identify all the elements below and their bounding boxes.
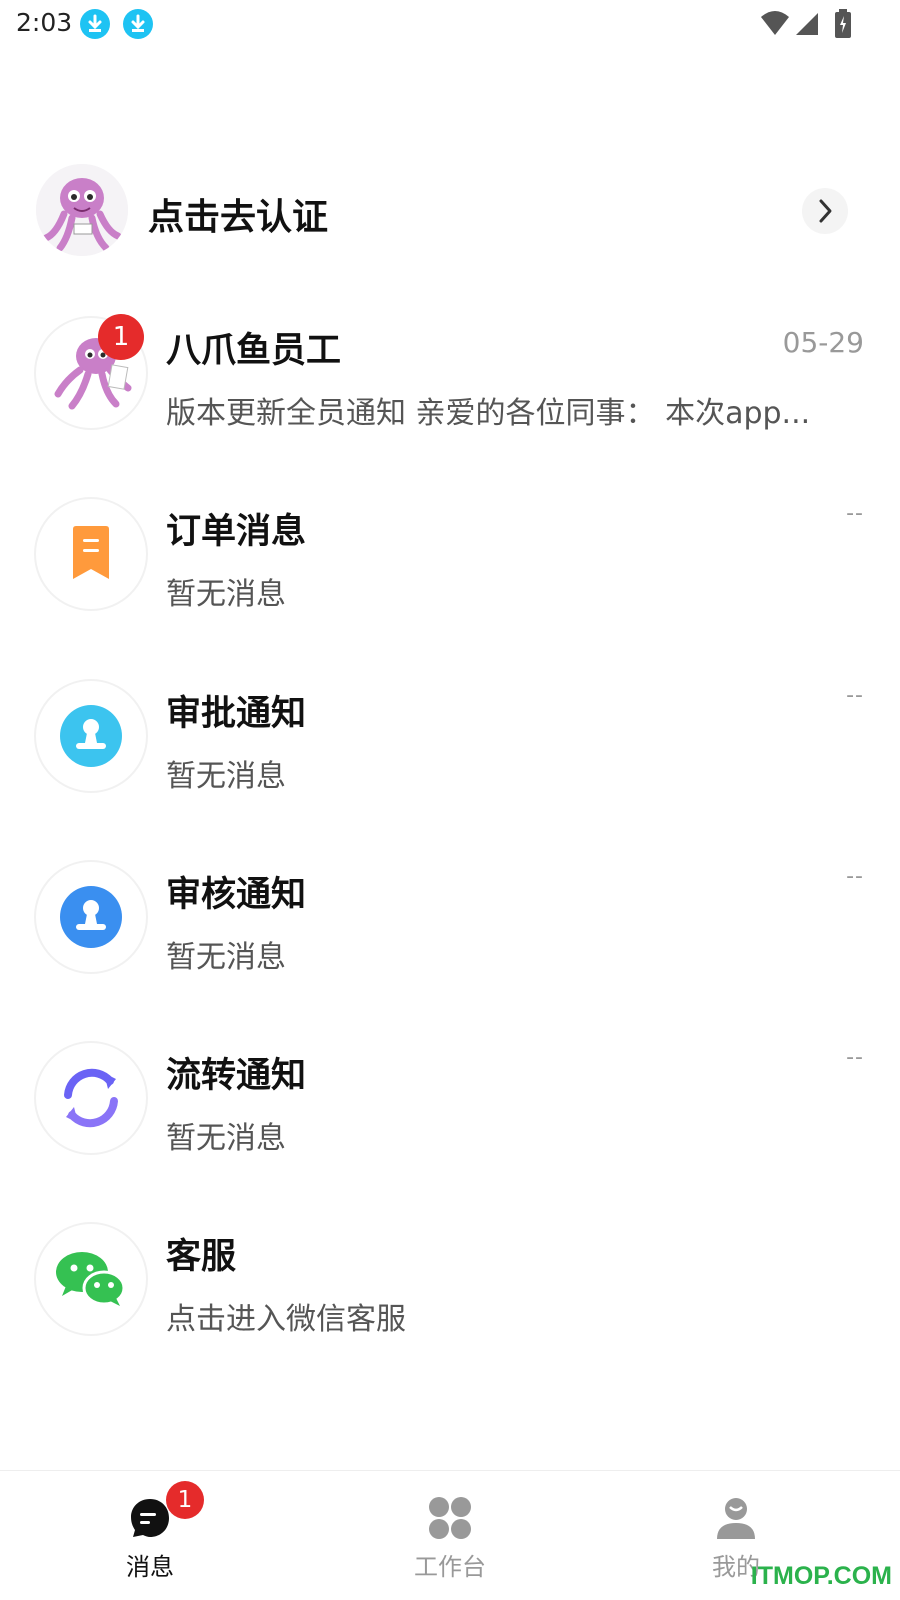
message-time: -- — [846, 864, 864, 889]
message-preview: 暂无消息 — [166, 1121, 286, 1156]
message-title: 审批通知 — [166, 694, 307, 734]
message-preview: 点击进入微信客服 — [166, 1302, 406, 1337]
message-preview: 暂无消息 — [166, 759, 286, 794]
nav-item-workbench[interactable]: 工作台 — [380, 1495, 520, 1595]
message-title: 客服 — [166, 1237, 237, 1277]
message-item-transfer[interactable]: 流转通知 -- 暂无消息 — [36, 1043, 864, 1156]
status-icons — [742, 9, 852, 39]
nav-badge: 1 — [166, 1481, 204, 1519]
message-time: -- — [846, 501, 864, 526]
message-item-review[interactable]: 审核通知 -- 暂无消息 — [36, 862, 864, 975]
status-time: 2:03 — [16, 8, 73, 37]
nav-label: 消息 — [126, 1553, 174, 1581]
message-item-orders[interactable]: 订单消息 -- 暂无消息 — [36, 499, 864, 612]
message-time: -- — [846, 1045, 864, 1070]
unread-badge: 1 — [98, 314, 144, 360]
octopus-mascot-avatar — [36, 164, 128, 256]
nav-item-messages[interactable]: 消息 1 — [80, 1481, 220, 1595]
watermark: ITMOP.COM — [750, 1562, 892, 1590]
order-bookmark-icon — [36, 499, 146, 609]
message-title: 流转通知 — [166, 1056, 307, 1096]
review-stamp-icon — [36, 862, 146, 972]
message-time: -- — [846, 683, 864, 708]
message-item-approval[interactable]: 审批通知 -- 暂无消息 — [36, 681, 864, 794]
workbench-grid-icon — [429, 1497, 471, 1539]
battery-icon — [834, 9, 852, 43]
wechat-icon — [36, 1224, 146, 1334]
profile-icon — [717, 1498, 755, 1539]
download-icon — [80, 9, 110, 39]
wifi-icon — [760, 11, 790, 41]
message-time: 05-29 — [782, 326, 864, 359]
message-item-staff[interactable]: 1 八爪鱼员工 05-29 版本更新全员通知 亲爱的各位同事： 本次app... — [36, 314, 864, 431]
download-icon — [123, 9, 153, 39]
message-title: 审核通知 — [166, 875, 307, 915]
approval-stamp-icon — [36, 681, 146, 791]
message-title: 八爪鱼员工 — [166, 331, 342, 371]
transfer-refresh-icon — [36, 1043, 146, 1153]
message-preview: 版本更新全员通知 亲爱的各位同事： 本次app... — [166, 396, 811, 431]
signal-icon — [794, 11, 820, 41]
nav-label: 工作台 — [414, 1553, 486, 1581]
message-preview: 暂无消息 — [166, 577, 286, 612]
chevron-right-icon[interactable] — [802, 188, 848, 234]
status-bar: 2:03 — [0, 0, 900, 48]
auth-row[interactable]: 点击去认证 — [36, 164, 864, 256]
screen: 2:03 点击去认证 1 八爪鱼员工 05-29 版本更新全员通知 亲爱的各位同… — [0, 0, 900, 1600]
message-item-customer-service[interactable]: 客服 点击进入微信客服 — [36, 1224, 864, 1337]
auth-label: 点击去认证 — [148, 197, 329, 238]
message-title: 订单消息 — [166, 512, 307, 552]
message-preview: 暂无消息 — [166, 940, 286, 975]
